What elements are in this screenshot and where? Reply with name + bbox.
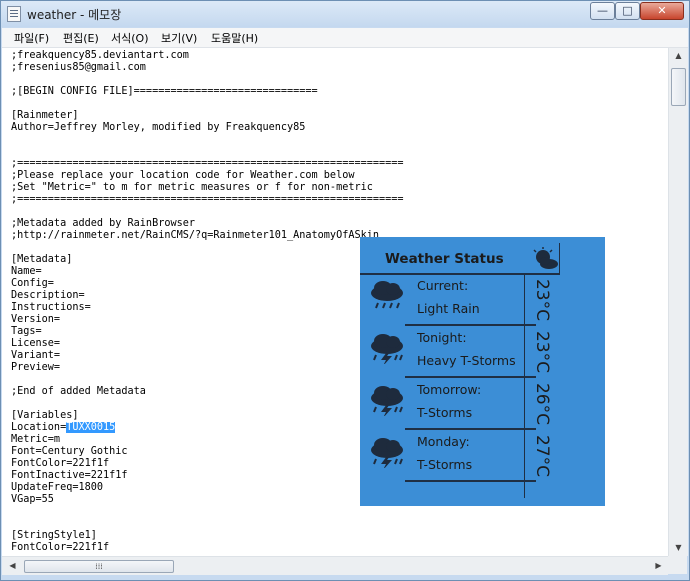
notepad-icon xyxy=(7,6,21,22)
temperature-label: 27°C xyxy=(532,434,552,477)
scroll-down-arrow[interactable]: ▼ xyxy=(670,543,687,552)
editor-text[interactable]: ;freakquency85.deviantart.com ;fresenius… xyxy=(11,50,404,554)
rain-cloud-icon xyxy=(371,281,403,309)
menu-help[interactable]: 도움말(H) xyxy=(211,30,258,46)
period-label: Current: xyxy=(417,278,469,293)
condition-label: T-Storms xyxy=(417,457,473,472)
period-label: Tomorrow: xyxy=(417,382,482,397)
text-before-selection: ;freakquency85.deviantart.com ;fresenius… xyxy=(11,50,404,433)
thunderstorm-icon xyxy=(371,386,403,416)
temperature-label: 23°C xyxy=(532,278,552,321)
thunderstorm-icon xyxy=(371,438,403,468)
horizontal-scrollbar[interactable]: ◀ ⁞⁞⁞ ▶ xyxy=(2,556,668,575)
minimize-button[interactable]: — xyxy=(590,2,615,20)
title-bar[interactable]: weather - 메모장 — □ ✕ xyxy=(1,1,689,27)
menu-format[interactable]: 서식(O) xyxy=(111,30,148,46)
widget-title: Weather Status xyxy=(385,251,504,267)
menu-edit[interactable]: 편집(E) xyxy=(63,30,99,46)
period-label: Tonight: xyxy=(417,330,467,345)
vertical-scroll-thumb[interactable] xyxy=(671,68,686,106)
scroll-up-arrow[interactable]: ▲ xyxy=(670,51,687,60)
scroll-left-arrow[interactable]: ◀ xyxy=(4,561,21,570)
vertical-scrollbar[interactable]: ▲ ▼ xyxy=(668,48,688,556)
condition-label: Heavy T-Storms xyxy=(417,353,516,368)
horizontal-scroll-thumb[interactable]: ⁞⁞⁞ xyxy=(24,560,174,573)
menu-view[interactable]: 보기(V) xyxy=(161,30,197,46)
weather-widget: Weather Status Current: Light Rain 23°C xyxy=(360,237,605,506)
notepad-window: weather - 메모장 — □ ✕ 파일(F) 편집(E) 서식(O) 보기… xyxy=(0,0,690,581)
condition-label: T-Storms xyxy=(417,405,473,420)
scroll-right-arrow[interactable]: ▶ xyxy=(650,561,667,570)
text-after-selection: Metric=m Font=Century Gothic FontColor=2… xyxy=(11,434,128,553)
size-grip[interactable] xyxy=(668,556,687,574)
selected-text[interactable]: TUXX0015 xyxy=(66,422,116,433)
partly-cloudy-icon xyxy=(533,247,558,269)
thunderstorm-icon xyxy=(371,334,403,364)
menu-file[interactable]: 파일(F) xyxy=(14,30,49,46)
condition-label: Light Rain xyxy=(417,301,480,316)
close-button[interactable]: ✕ xyxy=(640,2,684,20)
temperature-label: 23°C xyxy=(532,330,552,373)
temperature-label: 26°C xyxy=(532,382,552,425)
menu-bar: 파일(F) 편집(E) 서식(O) 보기(V) 도움말(H) xyxy=(2,28,688,48)
period-label: Monday: xyxy=(417,434,470,449)
maximize-button[interactable]: □ xyxy=(615,2,640,20)
window-title: weather - 메모장 xyxy=(27,8,122,22)
